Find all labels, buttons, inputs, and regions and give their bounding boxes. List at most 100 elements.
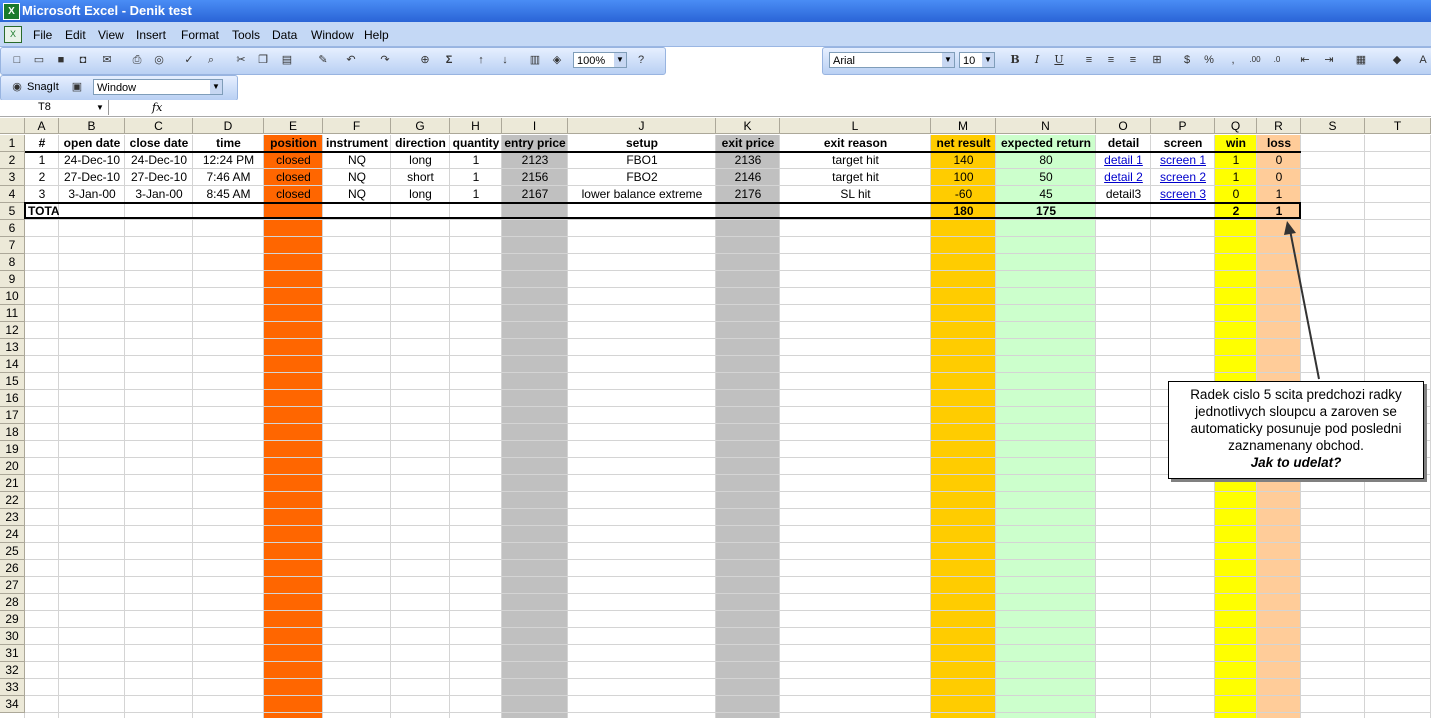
cell-C2[interactable]: 24-Dec-10 [125,152,193,169]
column-header-A[interactable]: A [25,118,59,134]
fill-color-icon[interactable]: ◆ [1389,52,1405,68]
spelling-icon[interactable]: ✓ [181,52,197,68]
cell-D4[interactable]: 8:45 AM [193,186,264,203]
row-header-12[interactable]: 12 [0,322,25,339]
menu-data[interactable]: Data [272,28,297,42]
row-header-5[interactable]: 5 [0,203,25,220]
row-header-9[interactable]: 9 [0,271,25,288]
currency-icon[interactable]: $ [1179,52,1195,68]
cell-M3[interactable]: 100 [931,169,996,186]
cell-B2[interactable]: 24-Dec-10 [59,152,125,169]
column-header-B[interactable]: B [59,118,125,134]
cell-H2[interactable]: 1 [450,152,502,169]
total-loss[interactable]: 1 [1257,203,1301,220]
new-icon[interactable]: □ [9,52,25,68]
row-header-3[interactable]: 3 [0,169,25,186]
cell-P4[interactable]: screen 3 [1151,186,1215,203]
bold-icon[interactable]: B [1007,52,1023,68]
menu-insert[interactable]: Insert [136,28,166,42]
cell-N2[interactable]: 80 [996,152,1096,169]
cell-G2[interactable]: long [391,152,450,169]
sort-descending-icon[interactable]: ↓ [497,52,513,68]
merge-center-icon[interactable]: ⊞ [1149,52,1165,68]
increase-decimal-icon[interactable]: .00 [1247,52,1263,68]
cell-E2[interactable]: closed [264,152,323,169]
cell-I4[interactable]: 2167 [502,186,568,203]
total-label[interactable]: TOTAL [25,203,59,220]
header-cell-C[interactable]: close date [125,135,193,152]
header-cell-M[interactable]: net result [931,135,996,152]
column-header-O[interactable]: O [1096,118,1151,134]
header-cell-I[interactable]: entry price [502,135,568,152]
chevron-down-icon[interactable]: ▼ [96,100,104,115]
cell-D3[interactable]: 7:46 AM [193,169,264,186]
insert-function-icon[interactable]: fx [152,100,162,115]
cell-H3[interactable]: 1 [450,169,502,186]
cell-A2[interactable]: 1 [25,152,59,169]
row-header-20[interactable]: 20 [0,458,25,475]
row-header-14[interactable]: 14 [0,356,25,373]
header-cell-E[interactable]: position [264,135,323,152]
help-icon[interactable]: ? [633,52,649,68]
column-header-D[interactable]: D [193,118,264,134]
cell-G3[interactable]: short [391,169,450,186]
column-header-E[interactable]: E [264,118,323,134]
name-box[interactable]: T8 ▼ [0,100,109,115]
cell-I2[interactable]: 2123 [502,152,568,169]
row-header-8[interactable]: 8 [0,254,25,271]
zoom-combo[interactable]: 100% ▼ [573,52,627,68]
sort-ascending-icon[interactable]: ↑ [473,52,489,68]
row-header-10[interactable]: 10 [0,288,25,305]
row-header-33[interactable]: 33 [0,679,25,696]
row-header-17[interactable]: 17 [0,407,25,424]
permission-icon[interactable]: ◘ [75,52,91,68]
snagit-icon[interactable]: ◉ [9,79,25,95]
undo-icon[interactable]: ↶ [343,52,359,68]
print-icon[interactable]: ⎙ [129,52,145,68]
cell-R2[interactable]: 0 [1257,152,1301,169]
row-header-16[interactable]: 16 [0,390,25,407]
italic-icon[interactable]: I [1029,52,1045,68]
borders-icon[interactable]: ▦ [1353,52,1369,68]
cell-A4[interactable]: 3 [25,186,59,203]
column-header-F[interactable]: F [323,118,391,134]
menu-view[interactable]: View [98,28,124,42]
column-header-I[interactable]: I [502,118,568,134]
row-header-34[interactable]: 34 [0,696,25,713]
copy-icon[interactable]: ❐ [255,52,271,68]
chevron-down-icon[interactable]: ▼ [982,53,994,67]
hyperlink-icon[interactable]: ⊕ [417,52,433,68]
cell-B3[interactable]: 27-Dec-10 [59,169,125,186]
open-icon[interactable]: ▭ [31,52,47,68]
cell-Q4[interactable]: 0 [1215,186,1257,203]
save-icon[interactable]: ■ [53,52,69,68]
snagit-profile-combo[interactable]: Window ▼ [93,79,223,95]
cell-D2[interactable]: 12:24 PM [193,152,264,169]
cell-J3[interactable]: FBO2 [568,169,716,186]
row-header-26[interactable]: 26 [0,560,25,577]
column-header-C[interactable]: C [125,118,193,134]
column-header-L[interactable]: L [780,118,931,134]
header-cell-P[interactable]: screen [1151,135,1215,152]
cell-E3[interactable]: closed [264,169,323,186]
total-expected-return[interactable]: 175 [996,203,1096,220]
row-header-25[interactable]: 25 [0,543,25,560]
document-icon[interactable]: X [4,26,22,43]
cell-L3[interactable]: target hit [780,169,931,186]
row-header-11[interactable]: 11 [0,305,25,322]
header-cell-D[interactable]: time [193,135,264,152]
header-cell-G[interactable]: direction [391,135,450,152]
email-icon[interactable]: ✉ [99,52,115,68]
header-cell-H[interactable]: quantity [450,135,502,152]
header-cell-R[interactable]: loss [1257,135,1301,152]
paste-icon[interactable]: ▤ [279,52,295,68]
cell-F3[interactable]: NQ [323,169,391,186]
row-header-28[interactable]: 28 [0,594,25,611]
row-header-30[interactable]: 30 [0,628,25,645]
column-header-S[interactable]: S [1301,118,1365,134]
column-header-G[interactable]: G [391,118,450,134]
cell-O4[interactable]: detail3 [1096,186,1151,203]
row-header-13[interactable]: 13 [0,339,25,356]
menu-help[interactable]: Help [364,28,389,42]
menu-file[interactable]: File [33,28,52,42]
